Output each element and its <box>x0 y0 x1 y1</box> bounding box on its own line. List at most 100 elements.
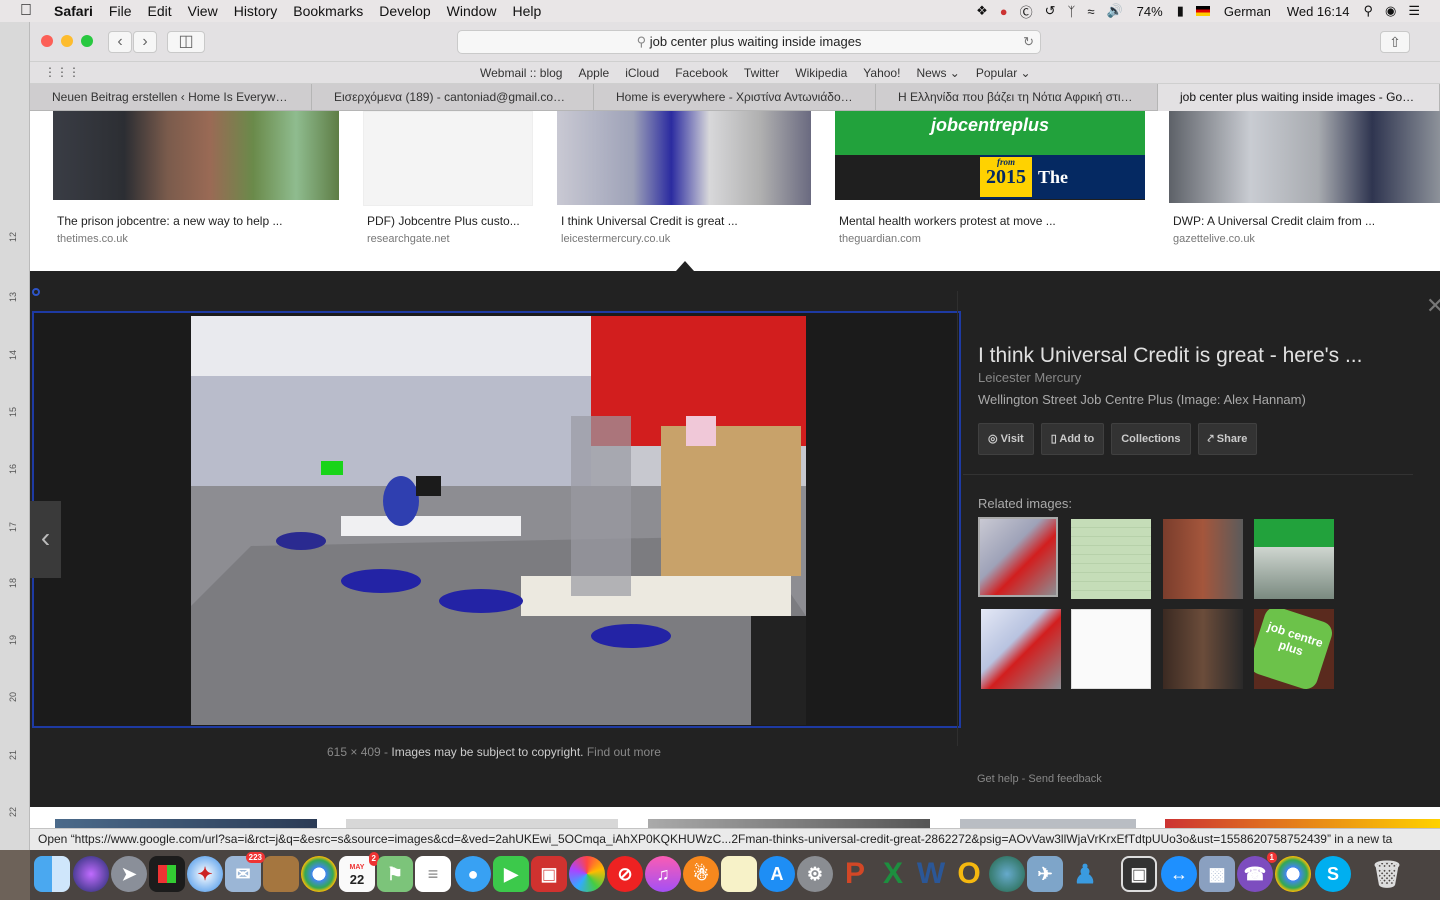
mail-icon[interactable]: ✉ 223 <box>225 852 265 892</box>
people-app-icon[interactable]: ♟ <box>1067 856 1103 892</box>
messages-icon[interactable]: ● <box>455 856 491 892</box>
finder-icon[interactable] <box>34 856 70 892</box>
collections-button[interactable]: Collections <box>1111 423 1191 455</box>
tab-greek-article[interactable]: Η Ελληνίδα που βάζει τη Νότια Αφρική στι… <box>876 84 1158 111</box>
wifi-icon[interactable]: ≈ <box>1087 4 1094 19</box>
previous-image-button[interactable]: ‹ <box>30 501 61 578</box>
related-image[interactable] <box>1071 609 1151 689</box>
tab-home-is-everywhere[interactable]: Home is everywhere - Χριστίνα Αντωνιάδου… <box>594 84 876 111</box>
back-button[interactable]: ‹ <box>108 31 132 53</box>
tab-neuen-beitrag[interactable]: Neuen Beitrag erstellen ‹ Home Is Everyw… <box>30 84 312 111</box>
preview-image-frame[interactable] <box>32 311 961 728</box>
minimize-window-button[interactable] <box>61 35 73 47</box>
share-result-button[interactable]: ⤤ Share <box>1197 423 1258 455</box>
close-window-button[interactable] <box>41 35 53 47</box>
skype-icon[interactable]: S <box>1315 856 1351 892</box>
result-thumbnail[interactable] <box>1169 111 1440 203</box>
safari-icon[interactable]: ✦ <box>187 856 223 892</box>
battery-icon[interactable]: ▮ <box>1177 3 1184 19</box>
favorite-icloud[interactable]: iCloud <box>625 66 659 80</box>
photos-icon[interactable] <box>569 856 605 892</box>
result-title[interactable]: The prison jobcentre: a new way to help … <box>57 214 282 228</box>
close-preview-icon[interactable]: ✕ <box>1426 293 1440 319</box>
photo-booth-icon[interactable]: ▣ <box>531 856 567 892</box>
tab-gmail-inbox[interactable]: Εισερχόμενα (189) - cantoniad@gmail.com … <box>312 84 594 111</box>
launchpad-icon[interactable]: ➤ <box>111 856 147 892</box>
related-image[interactable] <box>1254 519 1334 599</box>
volume-icon[interactable]: 🔊 <box>1106 3 1122 19</box>
result-title[interactable]: I think Universal Credit is great ... <box>561 214 738 228</box>
chrome-secondary-icon[interactable] <box>1275 856 1311 892</box>
forward-button[interactable]: › <box>133 31 157 53</box>
books-icon[interactable]: ☃ <box>683 856 719 892</box>
result-thumbnail[interactable]: jobcentreplus The Guardian from 2015 <box>835 111 1145 231</box>
sidebar-toggle-button[interactable]: ◫ <box>167 31 205 53</box>
reload-icon[interactable]: ↻ <box>1023 31 1034 53</box>
menu-edit[interactable]: Edit <box>147 3 171 19</box>
menu-history[interactable]: History <box>234 3 278 19</box>
tab-google-images[interactable]: job center plus waiting inside images - … <box>1158 84 1440 111</box>
calendar-icon[interactable]: MAY 22 2 <box>339 852 379 892</box>
favorite-wikipedia[interactable]: Wikipedia <box>795 66 847 80</box>
globe-app-icon[interactable] <box>989 856 1025 892</box>
system-preferences-icon[interactable]: ⚙ <box>797 856 833 892</box>
menu-help[interactable]: Help <box>512 3 541 19</box>
maps-icon[interactable]: ⚑ <box>377 856 413 892</box>
address-bar[interactable]: ⚲ job center plus waiting inside images … <box>457 30 1041 54</box>
bluetooth-icon[interactable]: ᛉ <box>1068 4 1076 19</box>
related-image[interactable]: job centre plus <box>1254 609 1334 689</box>
related-image[interactable] <box>1163 609 1243 689</box>
related-image[interactable] <box>981 609 1061 689</box>
powerpoint-icon[interactable]: P <box>837 856 873 892</box>
result-thumbnail[interactable] <box>53 111 339 200</box>
facetime-icon[interactable]: ▶ <box>493 856 529 892</box>
result-title[interactable]: DWP: A Universal Credit claim from ... <box>1173 214 1375 228</box>
menu-bookmarks[interactable]: Bookmarks <box>293 3 363 19</box>
siri-icon[interactable]: ◉ <box>1385 3 1396 19</box>
apple-menu-icon[interactable]:  <box>20 2 40 20</box>
news-icon[interactable]: ⊘ <box>607 856 643 892</box>
stickies-icon[interactable] <box>721 856 757 892</box>
battery-percentage[interactable]: 74% <box>1137 4 1163 19</box>
preview-title[interactable]: I think Universal Credit is great - here… <box>978 344 1362 368</box>
teamviewer-icon[interactable]: ↔ <box>1161 856 1197 892</box>
skype-status-icon[interactable]: Ⓒ <box>1020 2 1033 21</box>
favorite-popular[interactable]: Popular ⌄ <box>976 66 1031 80</box>
zoom-window-button[interactable] <box>81 35 93 47</box>
dropbox-icon[interactable]: ❖ <box>976 3 988 19</box>
image-capture-icon[interactable]: ▩ <box>1199 856 1235 892</box>
favorite-news[interactable]: News ⌄ <box>916 66 959 80</box>
music-icon[interactable]: ♫ <box>645 856 681 892</box>
share-button[interactable]: ⇧ <box>1380 31 1410 53</box>
menu-file[interactable]: File <box>109 3 132 19</box>
input-language[interactable]: German <box>1224 4 1271 19</box>
time-machine-icon[interactable]: ↺ <box>1045 3 1056 19</box>
menu-app-name[interactable]: Safari <box>54 3 93 19</box>
related-image[interactable] <box>1163 519 1243 599</box>
related-image[interactable] <box>978 517 1058 597</box>
chrome-icon[interactable] <box>301 856 337 892</box>
send-feedback-link[interactable]: Send feedback <box>1028 773 1101 785</box>
notification-icon[interactable]: ● <box>1000 4 1008 19</box>
find-out-more-link[interactable]: Find out more <box>587 745 661 759</box>
spotlight-search-icon[interactable]: ⚲ <box>1363 3 1373 19</box>
result-title[interactable]: Mental health workers protest at move ..… <box>839 214 1056 228</box>
siri-dock-icon[interactable] <box>73 856 109 892</box>
menu-window[interactable]: Window <box>447 3 497 19</box>
preview-image[interactable] <box>191 316 806 725</box>
preview-app-icon[interactable]: ✈ <box>1027 856 1063 892</box>
add-to-button[interactable]: ▯ Add to <box>1040 423 1105 455</box>
result-thumbnail[interactable] <box>363 111 533 206</box>
outlook-icon[interactable]: O <box>951 856 987 892</box>
viber-icon[interactable]: ☎ 1 <box>1237 852 1277 892</box>
dashboard-icon[interactable] <box>149 856 185 892</box>
preview-source[interactable]: Leicester Mercury <box>978 370 1081 385</box>
favorite-apple[interactable]: Apple <box>578 66 609 80</box>
menu-develop[interactable]: Develop <box>379 3 430 19</box>
visit-button[interactable]: ◎ Visit <box>978 423 1034 455</box>
get-help-link[interactable]: Get help <box>977 773 1019 785</box>
related-image[interactable] <box>1071 519 1151 599</box>
german-flag-icon[interactable] <box>1195 6 1210 16</box>
notification-center-icon[interactable]: ☰ <box>1408 3 1420 19</box>
menu-clock[interactable]: Wed 16:14 <box>1287 4 1350 19</box>
